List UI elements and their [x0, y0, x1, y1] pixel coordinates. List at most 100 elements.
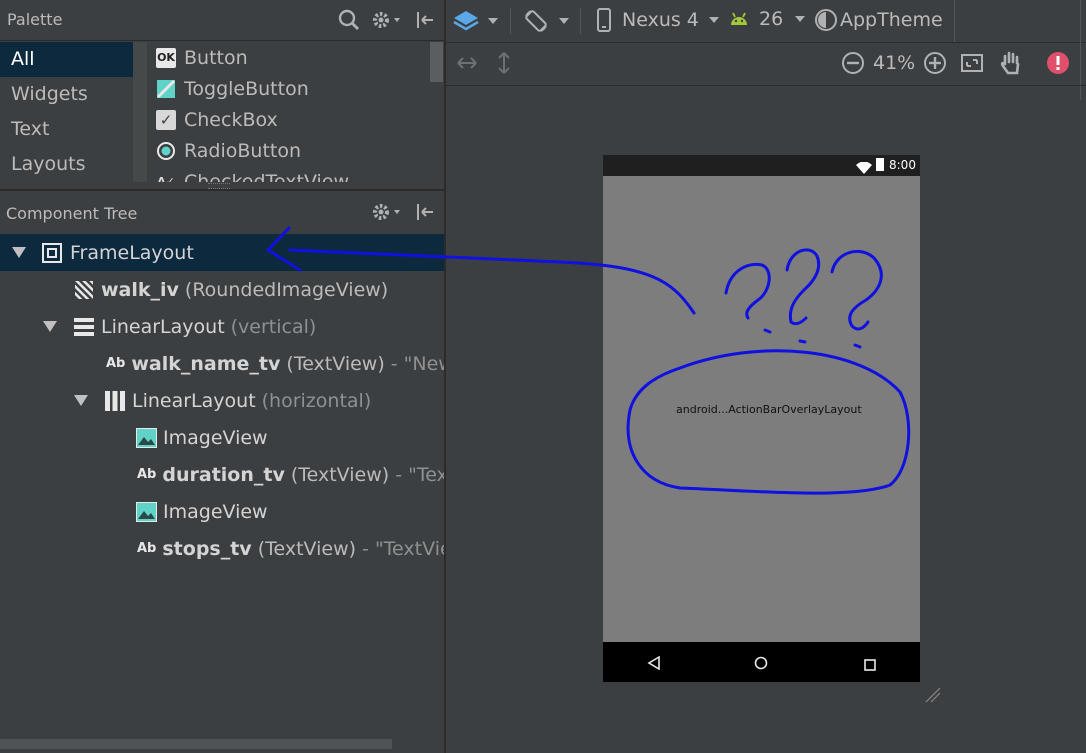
checked-text-icon: A✓: [157, 175, 175, 182]
chevron-down-icon: [488, 18, 498, 24]
device-preview: 8:00 android...ActionBarOverlayLayout: [603, 155, 920, 682]
back-icon: [647, 655, 661, 674]
collapse-arrow-icon[interactable]: [74, 395, 88, 406]
vertical-layout-icon: [73, 317, 95, 337]
palette-header: Palette: [0, 0, 444, 41]
tree-row-walk-iv[interactable]: walk_iv (RoundedImageView): [0, 271, 444, 308]
collapse-arrow-icon[interactable]: [43, 321, 57, 332]
tree-row-stops-tv[interactable]: Ab stops_tv (TextView) - "TextView": [0, 530, 444, 567]
palette-item-button[interactable]: OK Button: [156, 42, 248, 73]
image-view-icon: [74, 280, 94, 300]
layers-icon: [453, 11, 479, 31]
status-bar: 8:00: [603, 155, 920, 176]
tree-node-name: FrameLayout: [70, 241, 194, 264]
gear-icon[interactable]: [370, 200, 402, 224]
phone-icon: [597, 8, 611, 32]
tree-node-name: duration_tv: [162, 463, 285, 486]
design-editor: Nexus 4 26 AppTheme 41% 8:00 android...A…: [446, 0, 1086, 753]
tree-horizontal-scrollbar[interactable]: [0, 739, 392, 749]
tree-node-type: (RoundedImageView): [184, 278, 389, 301]
category-scrollbar[interactable]: [133, 42, 147, 182]
tree-node-name: LinearLayout: [101, 315, 225, 338]
palette-item-togglebutton[interactable]: ToggleButton: [156, 73, 309, 104]
textview-icon: Ab: [137, 467, 157, 482]
palette-title: Palette: [7, 10, 63, 29]
layers-dropdown[interactable]: [452, 8, 498, 34]
palette-category-widgets[interactable]: Widgets: [0, 77, 133, 112]
framelayout-icon: [42, 242, 62, 263]
palette-category-all[interactable]: All: [0, 42, 133, 77]
resize-handle-icon[interactable]: [924, 686, 942, 708]
navigation-bar: [603, 642, 920, 682]
palette-item-checkbox[interactable]: ✓ CheckBox: [156, 104, 278, 135]
tree-node-type: (TextView): [290, 463, 390, 486]
palette-item-label: CheckedTextView: [184, 170, 350, 183]
pan-hand-icon[interactable]: [999, 50, 1023, 80]
palette-item-label: Button: [184, 46, 248, 69]
chevron-down-icon: [795, 16, 806, 22]
horizontal-layout-icon: [104, 390, 126, 412]
tree-row-framelayout[interactable]: FrameLayout: [0, 234, 444, 271]
zoom-out-icon[interactable]: [841, 51, 865, 79]
theme-name: AppTheme: [840, 9, 943, 31]
tree-row-imageview[interactable]: ImageView: [0, 419, 444, 456]
android-icon: [731, 12, 747, 25]
rotate-device-icon: [525, 10, 547, 32]
api-level: 26: [759, 8, 784, 30]
search-icon[interactable]: [337, 8, 361, 32]
textview-icon: Ab: [106, 356, 126, 371]
battery-icon: [876, 158, 884, 171]
ok-button-icon: OK: [156, 47, 176, 68]
radio-icon: [156, 141, 176, 161]
zoom-toolbar: 41%: [446, 43, 1086, 86]
home-icon: [754, 655, 768, 674]
orientation-dropdown[interactable]: [523, 8, 569, 34]
tree-node-name: stops_tv: [162, 537, 252, 560]
palette-item-label: RadioButton: [184, 139, 302, 162]
tree-node-name: walk_name_tv: [131, 352, 281, 375]
tree-row-walk-name-tv[interactable]: Ab walk_name_tv (TextView) - "New Te: [0, 345, 444, 382]
palette-category-text[interactable]: Text: [0, 112, 133, 147]
recents-icon: [864, 656, 876, 675]
tree-row-imageview[interactable]: ImageView: [0, 493, 444, 530]
tree-node-name: walk_iv: [101, 278, 179, 301]
theme-selector[interactable]: AppTheme: [814, 8, 943, 32]
device-name: Nexus 4: [622, 9, 699, 31]
status-time: 8:00: [889, 158, 916, 172]
gear-icon[interactable]: [370, 8, 402, 32]
palette-item-radiobutton[interactable]: RadioButton: [156, 135, 301, 166]
hide-panel-icon[interactable]: [414, 200, 436, 224]
textview-icon: Ab: [137, 541, 157, 556]
hide-panel-icon[interactable]: [414, 8, 436, 32]
zoom-in-icon[interactable]: [923, 51, 947, 79]
component-tree-header: Component Tree: [0, 192, 444, 232]
editor-toolbar: Nexus 4 26 AppTheme: [446, 0, 1086, 100]
preview-screen[interactable]: android...ActionBarOverlayLayout: [603, 176, 920, 642]
toolbar-separator: [954, 0, 955, 42]
collapse-arrow-icon[interactable]: [12, 247, 26, 258]
checkbox-icon: ✓: [156, 109, 176, 130]
error-indicator-icon[interactable]: [1046, 51, 1070, 79]
tree-node-name: ImageView: [163, 500, 268, 523]
api-level-dropdown[interactable]: 26: [729, 8, 806, 30]
fit-screen-icon[interactable]: [960, 51, 984, 79]
zoom-level: 41%: [873, 52, 916, 74]
palette-scrollbar[interactable]: [430, 42, 443, 82]
expand-vertical-icon[interactable]: [496, 51, 512, 79]
device-dropdown[interactable]: Nexus 4: [596, 8, 719, 32]
tree-row-linearlayout-vertical[interactable]: LinearLayout (vertical): [0, 308, 444, 345]
panel-splitter[interactable]: [0, 189, 444, 191]
tree-node-type: (vertical): [230, 315, 317, 338]
tree-node-name: ImageView: [163, 426, 268, 449]
component-tree-title: Component Tree: [6, 204, 138, 223]
expand-horizontal-icon[interactable]: [456, 53, 478, 77]
chevron-down-icon: [559, 18, 569, 24]
splitter-grip[interactable]: [208, 183, 230, 189]
tree-row-duration-tv[interactable]: Ab duration_tv (TextView) - "TextVi: [0, 456, 444, 493]
toggle-icon: [156, 79, 176, 99]
palette-item-checkedtextview[interactable]: A✓ CheckedTextView: [156, 166, 350, 183]
tree-node-type: (TextView): [257, 537, 357, 560]
palette-category-layouts[interactable]: Layouts: [0, 147, 133, 182]
tree-row-linearlayout-horizontal[interactable]: LinearLayout (horizontal): [0, 382, 444, 419]
theme-icon: [815, 9, 837, 31]
